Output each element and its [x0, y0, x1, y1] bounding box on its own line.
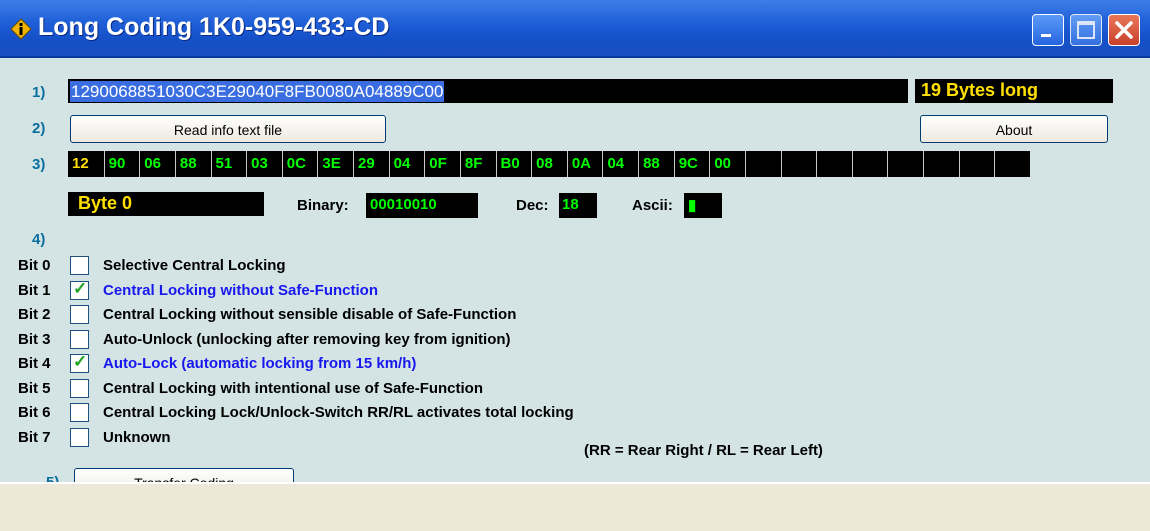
bit-checkbox[interactable]: [70, 378, 89, 398]
byte-cell[interactable]: 3E: [317, 151, 353, 177]
binary-value: 00010010: [370, 196, 437, 213]
step-label-3: 3): [32, 156, 46, 173]
byte-cell[interactable]: 9C: [673, 151, 710, 177]
bit-label: Bit 0: [18, 257, 51, 274]
byte-cell[interactable]: 0A: [566, 151, 603, 177]
byte-cell[interactable]: 29: [353, 151, 389, 177]
bit-description: Auto-Unlock (unlocking after removing ke…: [103, 330, 511, 348]
byte-cell[interactable]: [816, 151, 852, 177]
about-button[interactable]: About: [920, 115, 1108, 143]
step-label-1: 1): [32, 84, 46, 101]
byte-cell[interactable]: B0: [495, 151, 532, 177]
bit-description: Auto-Lock (automatic locking from 15 km/…: [103, 355, 417, 372]
footnote: (RR = Rear Right / RL = Rear Left): [584, 442, 823, 459]
info-icon: [10, 18, 32, 40]
bit-label: Bit 1: [18, 281, 51, 299]
byte-length-label: 19 Bytes long: [921, 80, 1039, 100]
byte-cell[interactable]: 12: [68, 151, 104, 177]
byte-length-box: 19 Bytes long: [915, 79, 1113, 103]
byte-cell[interactable]: 03: [246, 151, 282, 177]
bit-checkbox[interactable]: [70, 352, 89, 373]
step-label-2: 2): [32, 120, 46, 137]
dec-value-box: 18: [559, 193, 597, 218]
bit-label: Bit 6: [18, 404, 51, 421]
dec-label: Dec:: [516, 197, 549, 214]
byte-cell[interactable]: 88: [638, 151, 674, 177]
byte-cell[interactable]: 90: [103, 151, 140, 177]
bit-label: Bit 7: [18, 428, 51, 446]
byte-cell[interactable]: 0F: [424, 151, 460, 177]
byte-cell[interactable]: 06: [139, 151, 175, 177]
selected-byte-box: Byte 0: [68, 192, 264, 216]
bit-description: Central Locking without Safe-Function: [103, 281, 378, 299]
status-bar: [0, 482, 1150, 531]
bit-checkbox[interactable]: [70, 403, 89, 422]
bit-label: Bit 5: [18, 379, 51, 397]
close-button[interactable]: [1108, 14, 1140, 46]
byte-cell[interactable]: 08: [531, 151, 567, 177]
byte-cell[interactable]: 0C: [281, 151, 318, 177]
ascii-label: Ascii:: [632, 197, 673, 214]
ascii-value-box: ▮: [684, 193, 722, 218]
byte-cell[interactable]: [851, 151, 888, 177]
byte-cell[interactable]: [958, 151, 995, 177]
bit-label: Bit 3: [18, 330, 51, 348]
bit-description: Unknown: [103, 428, 171, 446]
byte-cell[interactable]: [744, 151, 781, 177]
maximize-icon: [1077, 21, 1095, 39]
byte-cell[interactable]: 8F: [459, 151, 496, 177]
coding-value: 1290068851030C3E29040F8FB0080A04889C00: [70, 81, 445, 102]
byte-cell[interactable]: [994, 151, 1030, 177]
bit-description: Central Locking Lock/Unlock-Switch RR/RL…: [103, 404, 574, 421]
binary-value-box: 00010010: [366, 193, 478, 218]
bit-checkbox[interactable]: [70, 305, 89, 324]
byte-cell[interactable]: 04: [388, 151, 425, 177]
ascii-value: ▮: [688, 197, 697, 214]
byte-cell[interactable]: 00: [709, 151, 745, 177]
byte-grid: 12 90 06 88 51 03 0C 3E 29 04 0F 8F B0 08 0A 04 88 9C 00: [68, 151, 1030, 177]
dec-value: 18: [562, 196, 579, 213]
byte-cell[interactable]: 51: [210, 151, 247, 177]
bit-description: Central Locking with intentional use of …: [103, 379, 484, 397]
binary-label: Binary:: [297, 197, 349, 214]
title-bar[interactable]: Long Coding 1K0-959-433-CD: [0, 0, 1150, 58]
bit-checkbox[interactable]: [70, 256, 89, 275]
byte-cell[interactable]: 04: [602, 151, 638, 177]
bit-checkbox[interactable]: [70, 329, 89, 349]
byte-cell[interactable]: [780, 151, 817, 177]
step-label-4: 4): [32, 231, 46, 248]
read-info-button[interactable]: Read info text file: [70, 115, 386, 143]
byte-cell[interactable]: [887, 151, 923, 177]
maximize-button[interactable]: [1070, 14, 1102, 46]
selected-byte-label: Byte 0: [78, 193, 133, 213]
bit-label: Bit 2: [18, 306, 51, 323]
bit-checkbox[interactable]: [70, 427, 89, 447]
bit-description: Central Locking without sensible disable…: [103, 306, 517, 323]
minimize-button[interactable]: [1032, 14, 1064, 46]
bit-label: Bit 4: [18, 355, 51, 372]
coding-input[interactable]: 1290068851030C3E29040F8FB0080A04889C00: [68, 79, 908, 103]
minimize-icon: [1041, 34, 1051, 37]
window-title: Long Coding 1K0-959-433-CD: [38, 13, 390, 41]
bit-description: Selective Central Locking: [103, 257, 286, 274]
byte-cell[interactable]: [923, 151, 959, 177]
close-icon: [1115, 21, 1133, 39]
byte-cell[interactable]: 88: [174, 151, 211, 177]
bit-checkbox[interactable]: [70, 279, 89, 300]
